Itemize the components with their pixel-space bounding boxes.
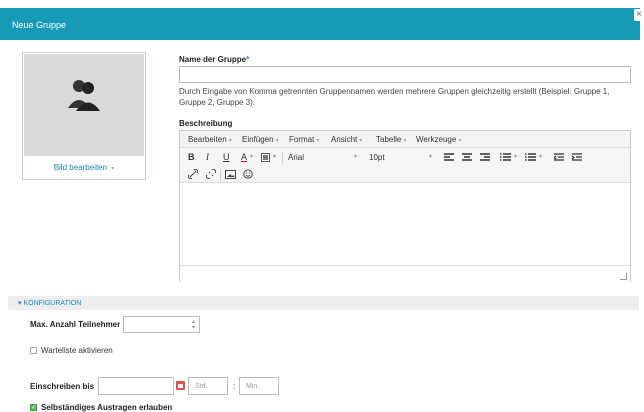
configuration-section-label: ▾ KONFIGURATION <box>18 300 82 307</box>
group-name-label: Name der Gruppe* <box>179 55 250 64</box>
font-family-select[interactable]: Arial <box>288 153 304 162</box>
time-separator: : <box>233 382 236 391</box>
chevron-down-icon[interactable]: ▾ <box>539 153 542 160</box>
hours-input[interactable]: Std. <box>188 377 228 395</box>
hours-placeholder: Std. <box>195 383 208 390</box>
group-name-hint: Durch Eingabe von Komma getrennten Grupp… <box>179 87 610 107</box>
chevron-down-icon[interactable]: ▾ <box>514 153 517 160</box>
enroll-until-date-input[interactable] <box>98 377 174 395</box>
align-center-icon[interactable] <box>462 153 472 162</box>
waitlist-label: Warteliste aktivieren <box>41 346 113 355</box>
bullet-list-icon[interactable] <box>500 153 511 162</box>
max-participants-input[interactable]: ▴ ▾ <box>123 316 200 333</box>
self-unenroll-checkbox[interactable]: ✓ <box>30 404 37 411</box>
editor-content-area[interactable] <box>180 183 630 263</box>
numbered-list-icon[interactable] <box>525 153 536 162</box>
chevron-down-icon: ▾ <box>111 166 115 172</box>
group-name-input[interactable] <box>179 66 631 83</box>
max-participants-label: Max. Anzahl Teilnehmer <box>30 320 121 329</box>
font-color-button[interactable]: A <box>241 152 247 162</box>
chevron-down-icon[interactable]: ▾ <box>354 153 357 160</box>
chevron-down-icon[interactable]: ▾ <box>429 153 432 160</box>
underline-button[interactable]: U <box>223 152 230 162</box>
menu-bearbeiten[interactable]: Bearbeiten ▾ <box>188 135 232 144</box>
top-strip <box>0 0 644 8</box>
edit-image-label: Bild bearbeiten <box>53 163 108 172</box>
emoticon-icon[interactable] <box>243 169 253 179</box>
enroll-until-label: Einschreiben bis <box>30 382 95 391</box>
chevron-down-icon: ▾ <box>359 138 363 144</box>
toolbar-separator <box>282 152 283 164</box>
number-stepper-icon[interactable]: ▴ ▾ <box>192 319 195 331</box>
description-label: Beschreibung <box>179 119 233 128</box>
background-color-icon[interactable] <box>261 153 270 162</box>
bold-button[interactable]: B <box>188 152 195 162</box>
menu-tabelle[interactable]: Tabelle ▾ <box>376 135 406 144</box>
chevron-down-icon: ▾ <box>275 138 279 144</box>
menu-format[interactable]: Format ▾ <box>289 135 319 144</box>
link-icon[interactable] <box>188 169 198 179</box>
chevron-down-icon: ▾ <box>316 138 320 144</box>
chevron-down-icon: ▾ <box>403 138 407 144</box>
required-mark: * <box>246 55 250 64</box>
waitlist-checkbox[interactable] <box>30 347 37 354</box>
chevron-down-icon[interactable]: ▾ <box>250 153 253 160</box>
chevron-down-icon: ▾ <box>228 138 232 144</box>
minutes-input[interactable]: Min. <box>239 377 279 395</box>
italic-button[interactable]: I <box>206 152 209 162</box>
font-size-select[interactable]: 10pt <box>369 153 385 162</box>
align-right-icon[interactable] <box>480 153 490 162</box>
editor-toolbar: B I U A ▾ ▾ Arial ▾ 10pt ▾ ▾ ▾ <box>180 148 630 183</box>
menu-ansicht[interactable]: Ansicht ▾ <box>331 135 362 144</box>
menu-einfuegen[interactable]: Einfügen ▾ <box>242 135 279 144</box>
calendar-icon[interactable] <box>176 381 185 390</box>
configuration-section-toggle[interactable]: ▾ KONFIGURATION <box>8 296 639 310</box>
toolbar-separator <box>220 169 221 181</box>
self-unenroll-label: Selbständiges Austragen erlauben <box>41 403 173 412</box>
edit-image-button[interactable]: Bild bearbeiten ▾ <box>23 157 145 179</box>
resize-handle[interactable] <box>620 273 627 280</box>
group-avatar: Bild bearbeiten ▾ <box>22 52 146 180</box>
indent-icon[interactable] <box>572 153 582 162</box>
avatar-placeholder <box>24 54 144 156</box>
minutes-placeholder: Min. <box>246 383 260 390</box>
description-editor: Bearbeiten ▾ Einfügen ▾ Format ▾ Ansicht ▾ T… <box>179 130 631 282</box>
editor-menubar: Bearbeiten ▾ Einfügen ▾ Format ▾ Ansicht ▾ T… <box>180 131 630 148</box>
user-group-icon <box>68 80 100 111</box>
close-icon[interactable]: × <box>634 9 644 21</box>
menu-werkzeuge[interactable]: Werkzeuge ▾ <box>416 135 461 144</box>
dialog-header: Neue Gruppe <box>0 8 640 40</box>
outdent-icon[interactable] <box>554 153 564 162</box>
dialog-title: Neue Gruppe <box>12 20 67 30</box>
chevron-down-icon[interactable]: ▾ <box>273 153 276 160</box>
editor-statusbar <box>180 265 630 282</box>
unlink-icon[interactable] <box>206 169 216 179</box>
align-left-icon[interactable] <box>444 153 454 162</box>
chevron-down-icon: ▾ <box>458 138 462 144</box>
image-icon[interactable] <box>225 170 236 179</box>
